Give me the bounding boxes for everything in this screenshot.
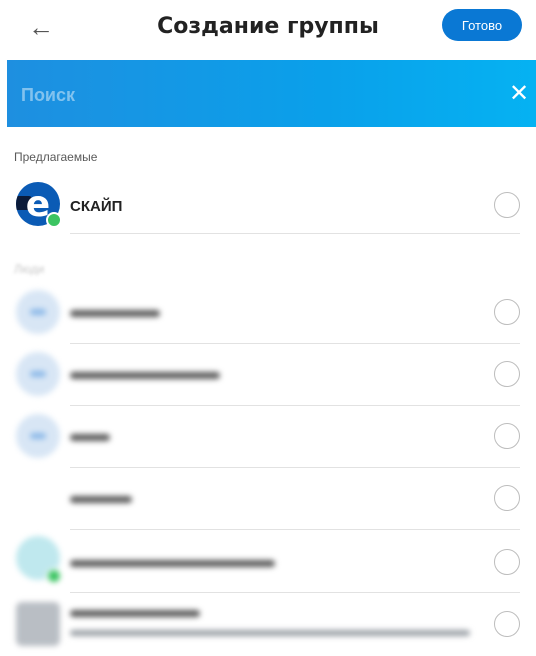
section-label-suggested: Предлагаемые (14, 150, 98, 164)
divider (70, 592, 520, 593)
select-radio[interactable] (494, 423, 520, 449)
header: ← Создание группы Готово (0, 0, 536, 58)
avatar (16, 602, 60, 646)
avatar (16, 352, 60, 396)
avatar (16, 290, 60, 334)
contact-status-blurred (70, 630, 470, 636)
contact-row[interactable] (0, 406, 536, 468)
contact-name-blurred (70, 610, 200, 617)
select-radio[interactable] (494, 192, 520, 218)
contact-row[interactable] (0, 530, 536, 592)
contact-row[interactable] (0, 468, 536, 530)
done-button[interactable]: Готово (442, 9, 522, 41)
select-radio[interactable] (494, 611, 520, 637)
contact-row-skype[interactable]: e СКАЙП (0, 176, 536, 238)
contact-name-blurred (70, 372, 220, 379)
online-status-icon (46, 212, 62, 228)
divider (70, 233, 520, 234)
contact-row[interactable] (0, 344, 536, 406)
select-radio[interactable] (494, 485, 520, 511)
select-radio[interactable] (494, 299, 520, 325)
contact-name-blurred (70, 560, 275, 567)
contact-name-blurred (70, 310, 160, 317)
contact-name-blurred (70, 496, 132, 503)
contact-name-blurred (70, 434, 110, 441)
contact-row[interactable] (0, 282, 536, 344)
section-label-people: Люди (14, 262, 45, 276)
search-input[interactable] (19, 80, 463, 110)
avatar (16, 414, 60, 458)
search-bar: ✕ (7, 60, 536, 127)
select-radio[interactable] (494, 361, 520, 387)
select-radio[interactable] (494, 549, 520, 575)
contact-name: СКАЙП (70, 198, 123, 215)
contact-row[interactable] (0, 594, 536, 656)
online-status-icon (46, 568, 62, 584)
close-icon[interactable]: ✕ (505, 80, 533, 108)
